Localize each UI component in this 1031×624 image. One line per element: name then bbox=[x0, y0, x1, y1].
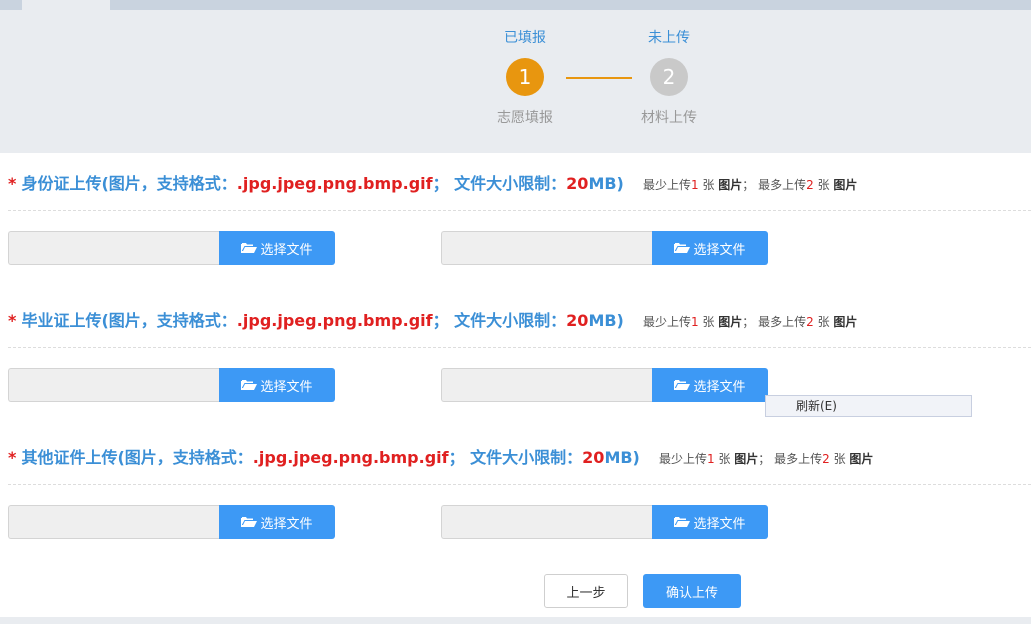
title-mid: ； 文件大小限制： bbox=[448, 448, 583, 467]
top-tab[interactable] bbox=[22, 0, 110, 10]
size-unit: MB) bbox=[588, 174, 624, 193]
step-1-status: 已填报 bbox=[504, 30, 546, 46]
hint-min-num: 1 bbox=[706, 452, 715, 466]
required-mark: * bbox=[8, 311, 17, 330]
hint-min-prefix: 最少上传 bbox=[642, 315, 691, 329]
choose-file-label: 选择文件 bbox=[260, 242, 313, 258]
divider bbox=[8, 484, 1031, 485]
hint-unit: 图片 bbox=[849, 452, 874, 466]
file-name-field[interactable] bbox=[441, 231, 653, 265]
hint-max-num: 2 bbox=[806, 315, 814, 329]
prev-step-button[interactable]: 上一步 bbox=[544, 574, 628, 608]
hint-min-num: 1 bbox=[690, 315, 699, 329]
hint-unit: 图片 bbox=[718, 315, 743, 329]
folder-open-icon bbox=[241, 243, 258, 253]
title-prefix: 身份证上传(图片，支持格式： bbox=[21, 174, 237, 193]
size-num: 20 bbox=[566, 174, 589, 193]
divider bbox=[8, 347, 1031, 348]
hint-min-prefix: 最少上传 bbox=[658, 452, 707, 466]
context-menu-refresh[interactable]: 刷新(E) bbox=[765, 395, 972, 417]
choose-file-label: 选择文件 bbox=[260, 379, 313, 395]
hint-max-suffix: 张 bbox=[813, 315, 834, 329]
hint-max-num: 2 bbox=[822, 452, 830, 466]
hint-max-num: 2 bbox=[806, 178, 814, 192]
step-1-name: 志愿填报 bbox=[497, 110, 553, 126]
upload-hint: 最少上传1 张 图片； 最多上传2 张 图片 bbox=[643, 315, 857, 329]
hint-min-suffix: 张 bbox=[714, 452, 735, 466]
hint-sep: ； 最多上传 bbox=[742, 315, 807, 329]
folder-open-icon bbox=[674, 243, 691, 253]
step-2-status: 未上传 bbox=[648, 30, 690, 46]
top-bar bbox=[0, 0, 1031, 10]
step-2-name: 材料上传 bbox=[641, 110, 697, 126]
hint-unit: 图片 bbox=[734, 452, 759, 466]
hint-min-prefix: 最少上传 bbox=[642, 178, 691, 192]
hint-sep: ； 最多上传 bbox=[758, 452, 823, 466]
title-prefix: 其他证件上传(图片，支持格式： bbox=[21, 448, 253, 467]
formats: .jpg.jpeg.png.bmp.gif bbox=[236, 174, 433, 193]
step-2-circle: 2 bbox=[650, 58, 688, 96]
file-name-field[interactable] bbox=[8, 231, 220, 265]
hint-min-suffix: 张 bbox=[698, 315, 719, 329]
choose-file-label: 选择文件 bbox=[693, 242, 746, 258]
file-name-field[interactable] bbox=[441, 505, 653, 539]
section-title: * 毕业证上传(图片，支持格式：.jpg.jpeg.png.bmp.gif； 文… bbox=[8, 309, 857, 333]
bottom-bar bbox=[0, 617, 1031, 624]
size-unit: MB) bbox=[604, 448, 640, 467]
step-connector bbox=[566, 77, 632, 79]
section-title: * 其他证件上传(图片，支持格式：.jpg.jpeg.png.bmp.gif； … bbox=[8, 446, 873, 470]
hint-unit: 图片 bbox=[718, 178, 743, 192]
folder-open-icon bbox=[674, 380, 691, 390]
folder-open-icon bbox=[674, 517, 691, 527]
choose-file-button[interactable]: 选择文件 bbox=[219, 505, 335, 539]
folder-open-icon bbox=[241, 380, 258, 390]
file-name-field[interactable] bbox=[441, 368, 653, 402]
folder-open-icon bbox=[241, 517, 258, 527]
step-1-circle: 1 bbox=[506, 58, 544, 96]
hint-min-num: 1 bbox=[690, 178, 699, 192]
formats: .jpg.jpeg.png.bmp.gif bbox=[236, 311, 433, 330]
hint-unit: 图片 bbox=[833, 315, 858, 329]
title-prefix: 毕业证上传(图片，支持格式： bbox=[21, 311, 237, 330]
required-mark: * bbox=[8, 448, 17, 467]
choose-file-button[interactable]: 选择文件 bbox=[219, 368, 335, 402]
size-num: 20 bbox=[566, 311, 589, 330]
hint-sep: ； 最多上传 bbox=[742, 178, 807, 192]
choose-file-button[interactable]: 选择文件 bbox=[652, 231, 768, 265]
choose-file-button[interactable]: 选择文件 bbox=[652, 505, 768, 539]
hint-unit: 图片 bbox=[833, 178, 858, 192]
upload-hint: 最少上传1 张 图片； 最多上传2 张 图片 bbox=[643, 178, 857, 192]
required-mark: * bbox=[8, 174, 17, 193]
file-name-field[interactable] bbox=[8, 505, 220, 539]
progress-steps: 已填报 1 志愿填报 未上传 2 材料上传 bbox=[0, 10, 1031, 153]
choose-file-label: 选择文件 bbox=[260, 516, 313, 532]
confirm-upload-button[interactable]: 确认上传 bbox=[643, 574, 741, 608]
title-mid: ； 文件大小限制： bbox=[432, 311, 567, 330]
section-title: * 身份证上传(图片，支持格式：.jpg.jpeg.png.bmp.gif； 文… bbox=[8, 172, 857, 196]
upload-hint: 最少上传1 张 图片； 最多上传2 张 图片 bbox=[659, 452, 873, 466]
hint-min-suffix: 张 bbox=[698, 178, 719, 192]
divider bbox=[8, 210, 1031, 211]
formats: .jpg.jpeg.png.bmp.gif bbox=[252, 448, 449, 467]
size-unit: MB) bbox=[588, 311, 624, 330]
choose-file-button[interactable]: 选择文件 bbox=[219, 231, 335, 265]
size-num: 20 bbox=[582, 448, 605, 467]
step-2: 未上传 2 材料上传 bbox=[624, 28, 714, 128]
choose-file-label: 选择文件 bbox=[693, 379, 746, 395]
step-1: 已填报 1 志愿填报 bbox=[480, 28, 570, 128]
choose-file-label: 选择文件 bbox=[693, 516, 746, 532]
choose-file-button[interactable]: 选择文件 bbox=[652, 368, 768, 402]
hint-max-suffix: 张 bbox=[813, 178, 834, 192]
hint-max-suffix: 张 bbox=[829, 452, 850, 466]
file-name-field[interactable] bbox=[8, 368, 220, 402]
title-mid: ； 文件大小限制： bbox=[432, 174, 567, 193]
